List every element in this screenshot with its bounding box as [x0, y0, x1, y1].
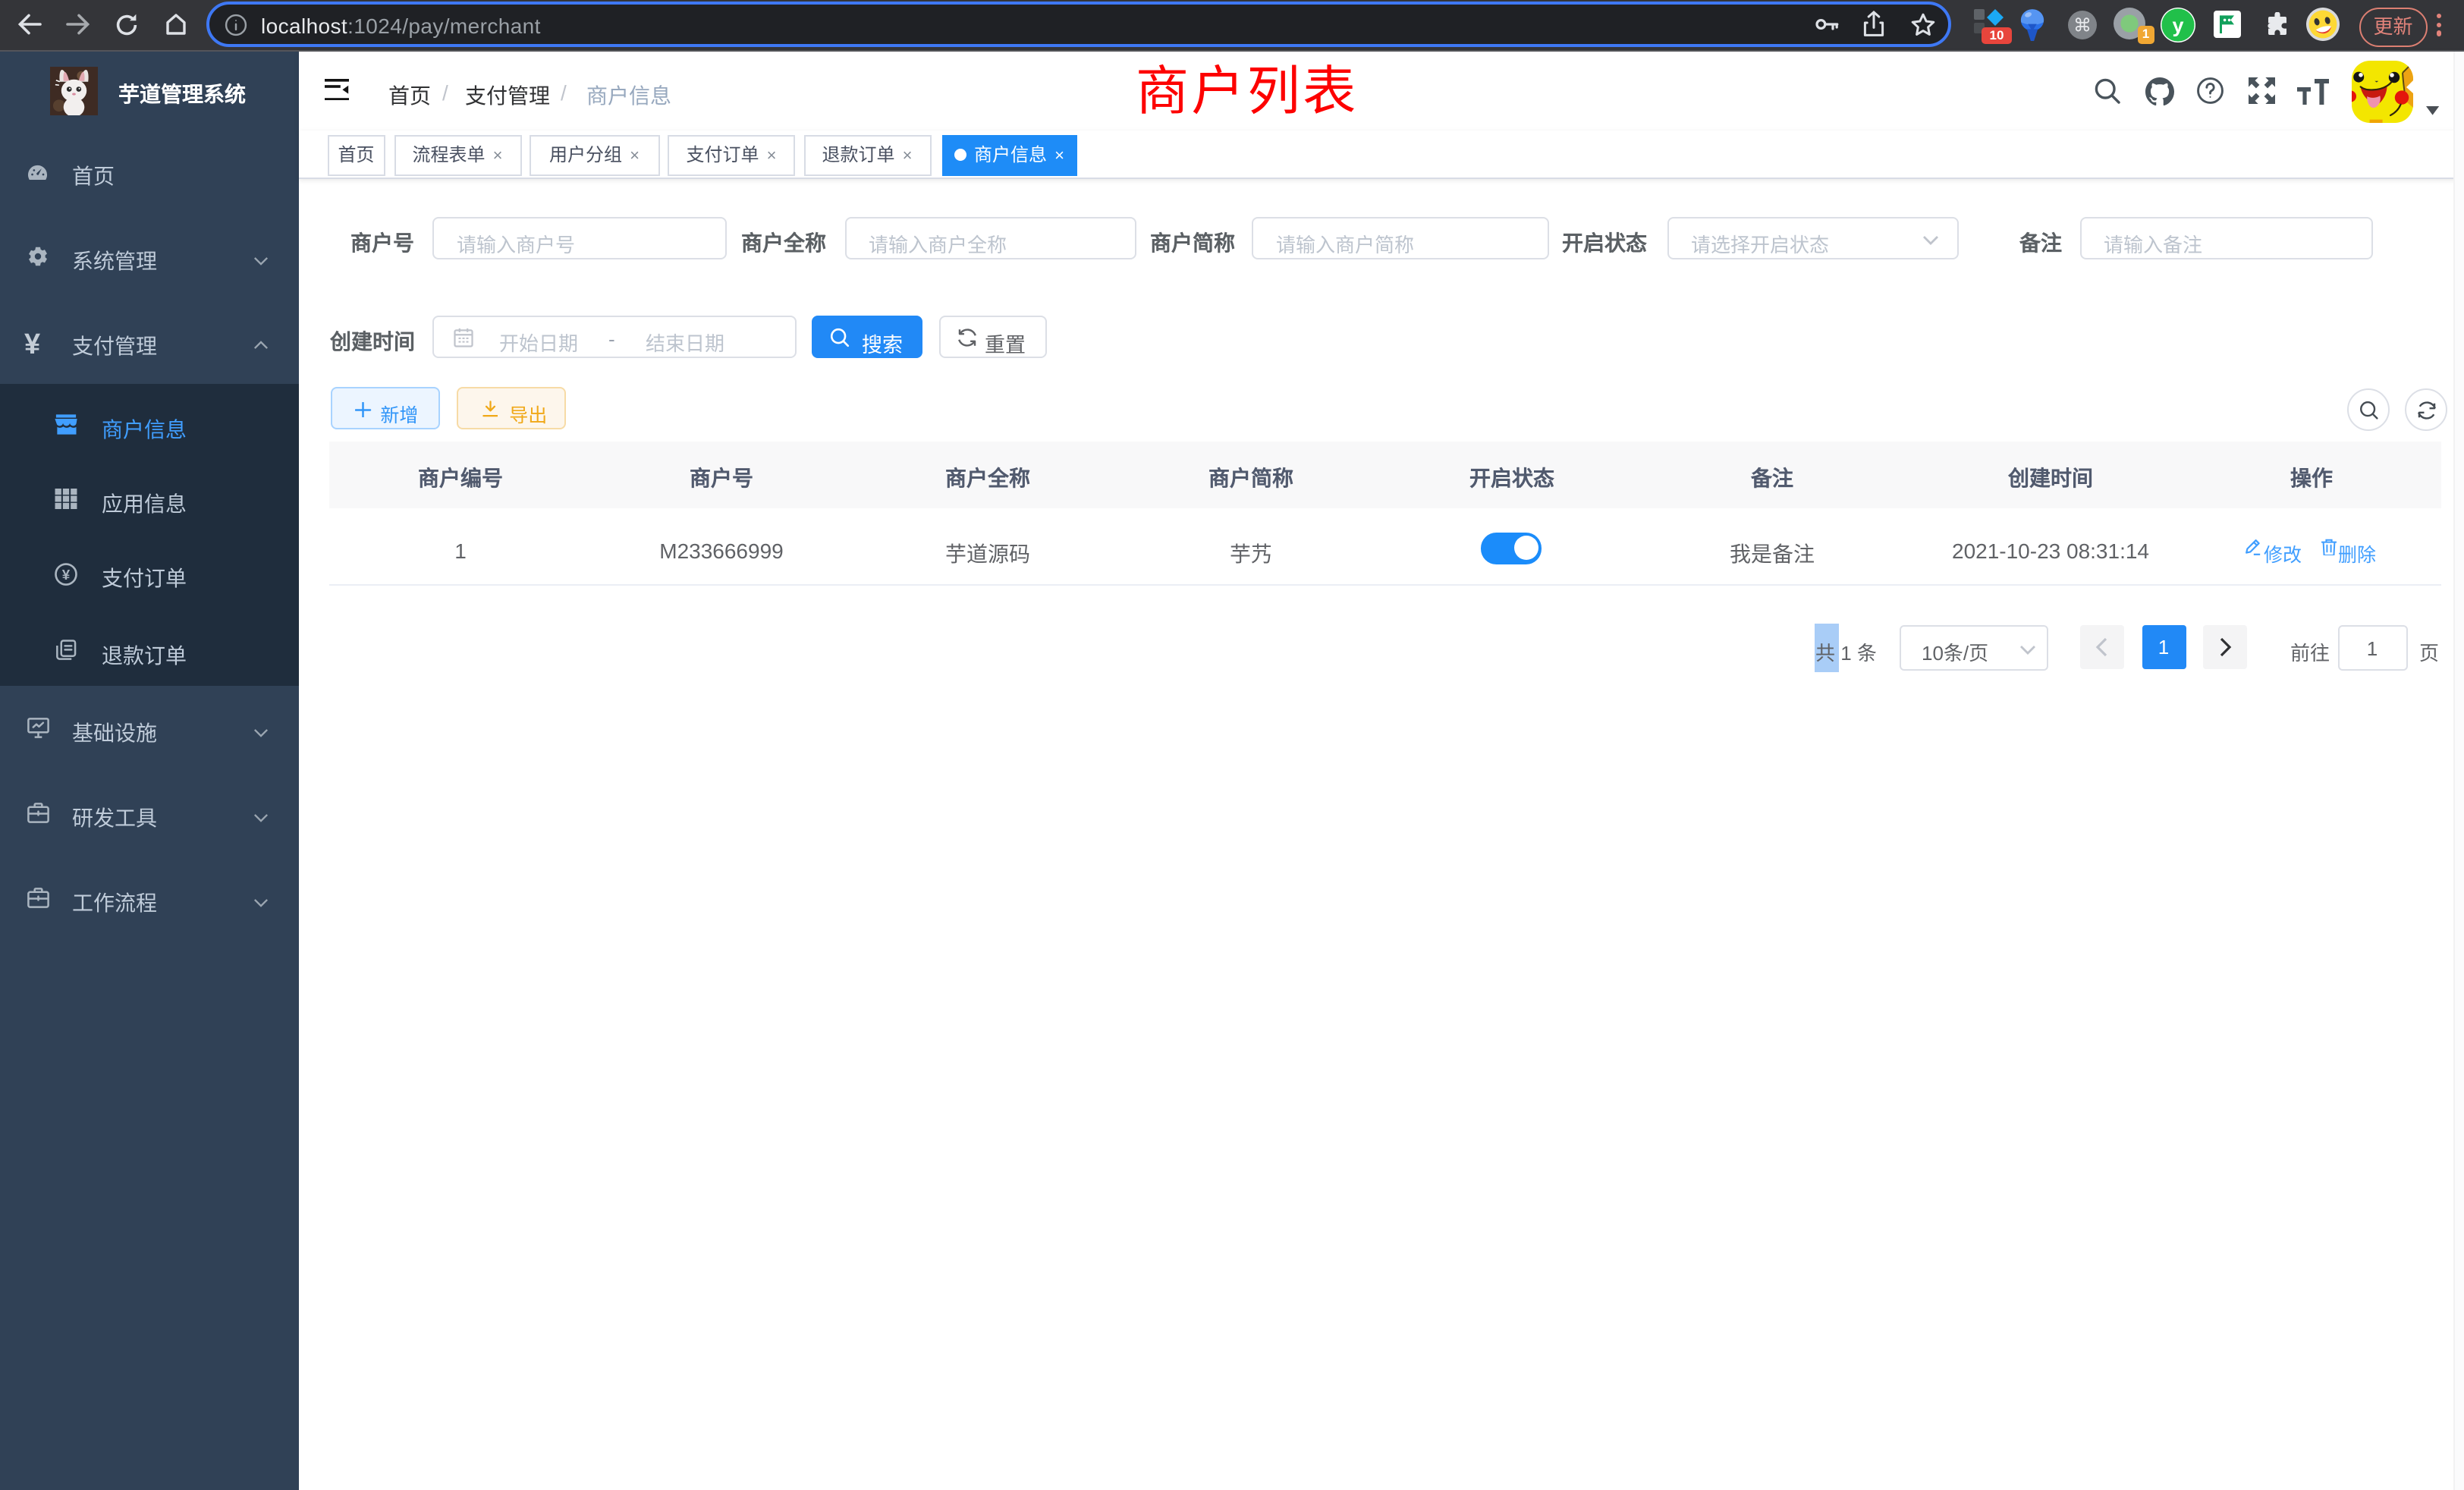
svg-text:y: y [2172, 13, 2183, 36]
svg-text:⌘: ⌘ [2073, 15, 2092, 36]
svg-text:¥: ¥ [62, 566, 71, 582]
